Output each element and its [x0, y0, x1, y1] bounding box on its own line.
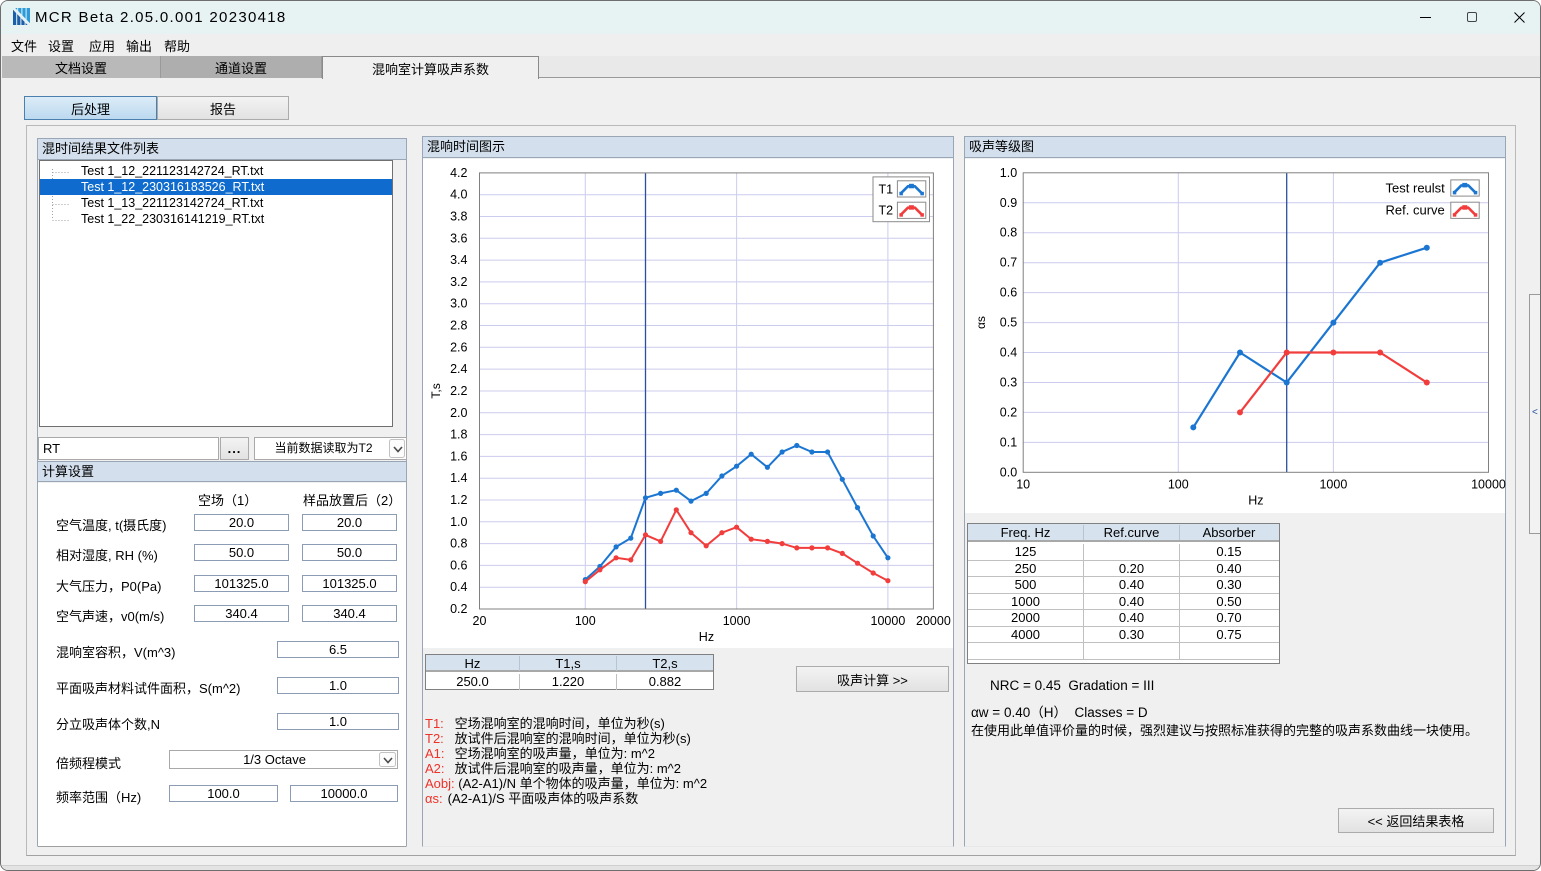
svg-text:1.4: 1.4 [450, 471, 467, 485]
svg-text:Hz: Hz [699, 630, 714, 644]
svg-text:2.2: 2.2 [450, 384, 467, 398]
svg-text:0.8: 0.8 [450, 537, 467, 551]
svg-text:0.7: 0.7 [1000, 256, 1017, 270]
svg-text:1.0: 1.0 [1000, 166, 1017, 180]
svg-text:3.6: 3.6 [450, 231, 467, 245]
svg-text:0.6: 0.6 [1000, 286, 1017, 300]
svg-text:1.0: 1.0 [450, 515, 467, 529]
svg-text:1000: 1000 [723, 614, 751, 628]
svg-text:0.4: 0.4 [450, 580, 467, 594]
svg-text:Test reulst: Test reulst [1386, 180, 1446, 195]
svg-text:T2: T2 [879, 203, 894, 217]
svg-text:0.3: 0.3 [1000, 376, 1017, 390]
svg-text:0.0: 0.0 [1000, 465, 1017, 479]
svg-text:3.8: 3.8 [450, 210, 467, 224]
svg-text:0.2: 0.2 [450, 602, 467, 616]
svg-text:20: 20 [473, 614, 487, 628]
svg-text:4.0: 4.0 [450, 188, 467, 202]
svg-text:0.5: 0.5 [1000, 316, 1017, 330]
svg-text:3.0: 3.0 [450, 297, 467, 311]
svg-text:3.2: 3.2 [450, 275, 467, 289]
svg-text:100: 100 [1168, 477, 1189, 491]
svg-text:2.0: 2.0 [450, 406, 467, 420]
svg-text:Ref. curve: Ref. curve [1386, 203, 1445, 218]
svg-text:1.2: 1.2 [450, 493, 467, 507]
svg-text:0.8: 0.8 [1000, 226, 1017, 240]
svg-text:T1: T1 [879, 182, 894, 196]
svg-text:20000: 20000 [916, 614, 951, 628]
svg-text:100: 100 [575, 614, 596, 628]
svg-text:10: 10 [1016, 477, 1030, 491]
svg-text:0.9: 0.9 [1000, 196, 1017, 210]
svg-text:T,s: T,s [429, 383, 443, 398]
svg-text:2.8: 2.8 [450, 319, 467, 333]
svg-text:0.1: 0.1 [1000, 435, 1017, 449]
svg-text:3.4: 3.4 [450, 253, 467, 267]
svg-text:1.6: 1.6 [450, 449, 467, 463]
svg-text:10000: 10000 [871, 614, 906, 628]
svg-text:0.6: 0.6 [450, 558, 467, 572]
svg-text:0.2: 0.2 [1000, 405, 1017, 419]
svg-text:1.8: 1.8 [450, 428, 467, 442]
svg-text:10000: 10000 [1471, 477, 1506, 491]
svg-text:Hz: Hz [1248, 493, 1263, 507]
svg-text:2.4: 2.4 [450, 362, 467, 376]
svg-text:2.6: 2.6 [450, 340, 467, 354]
svg-text:1000: 1000 [1319, 477, 1347, 491]
svg-text:4.2: 4.2 [450, 166, 467, 180]
svg-text:0.4: 0.4 [1000, 346, 1017, 360]
svg-text:αs: αs [974, 316, 988, 329]
